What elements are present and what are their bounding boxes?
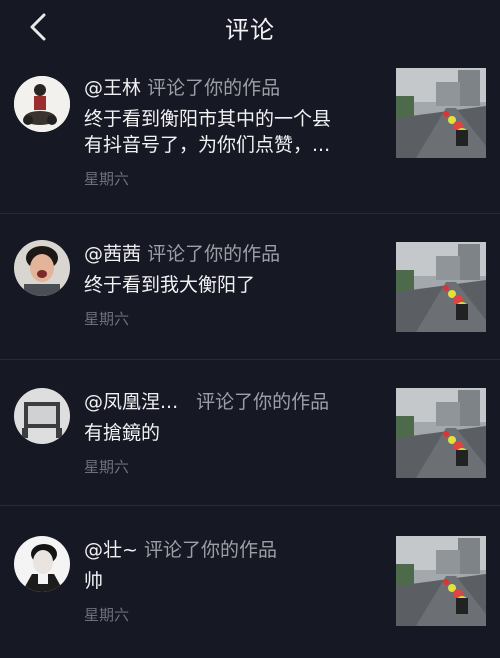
comment-text: 有搶鏡的 — [84, 420, 384, 446]
timestamp: 星期六 — [84, 458, 130, 476]
video-thumbnail[interactable] — [396, 242, 486, 332]
avatar[interactable] — [14, 388, 70, 444]
action-text: 评论了你的作品 — [143, 539, 277, 561]
timestamp: 星期六 — [84, 606, 130, 624]
notification-item[interactable]: @壮~ 评论了你的作品 帅 星期六 — [0, 506, 500, 658]
comment-line: 终于看到我大衡阳了 — [84, 274, 256, 296]
username[interactable]: @茜茜 — [84, 243, 141, 265]
comment-text: 终于看到我大衡阳了 — [84, 272, 384, 298]
username[interactable]: @凤凰涅... — [84, 391, 178, 413]
avatar[interactable] — [14, 76, 70, 132]
comment-line: 帅 — [84, 570, 104, 592]
comment-line: 有抖音号了，为你们点赞，... — [84, 134, 331, 156]
notification-item[interactable]: @茜茜 评论了你的作品 终于看到我大衡阳了 星期六 — [0, 214, 500, 360]
username[interactable]: @王林 — [84, 77, 141, 99]
comment-line: 终于看到衡阳市其中的一个县 — [84, 108, 332, 130]
comment-text: 帅 — [84, 568, 384, 594]
video-thumbnail[interactable] — [396, 68, 486, 158]
comment-line: 有搶鏡的 — [84, 422, 161, 444]
notification-item[interactable]: @凤凰涅... 评论了你的作品 有搶鏡的 星期六 — [0, 360, 500, 506]
video-thumbnail[interactable] — [396, 388, 486, 478]
timestamp: 星期六 — [84, 170, 130, 188]
action-text: 评论了你的作品 — [196, 391, 330, 413]
action-text: 评论了你的作品 — [147, 243, 281, 265]
notification-item[interactable]: @王林 评论了你的作品 终于看到衡阳市其中的一个县 有抖音号了，为你们点赞，..… — [0, 68, 500, 214]
action-text: 评论了你的作品 — [147, 77, 281, 99]
page-title: 评论 — [225, 16, 275, 44]
timestamp: 星期六 — [84, 310, 130, 328]
video-thumbnail[interactable] — [396, 536, 486, 626]
top-bar: 评论 — [0, 0, 500, 56]
avatar[interactable] — [14, 240, 70, 296]
username[interactable]: @壮~ — [84, 539, 138, 561]
comment-text: 终于看到衡阳市其中的一个县 有抖音号了，为你们点赞，... — [84, 106, 384, 158]
avatar[interactable] — [14, 536, 70, 592]
